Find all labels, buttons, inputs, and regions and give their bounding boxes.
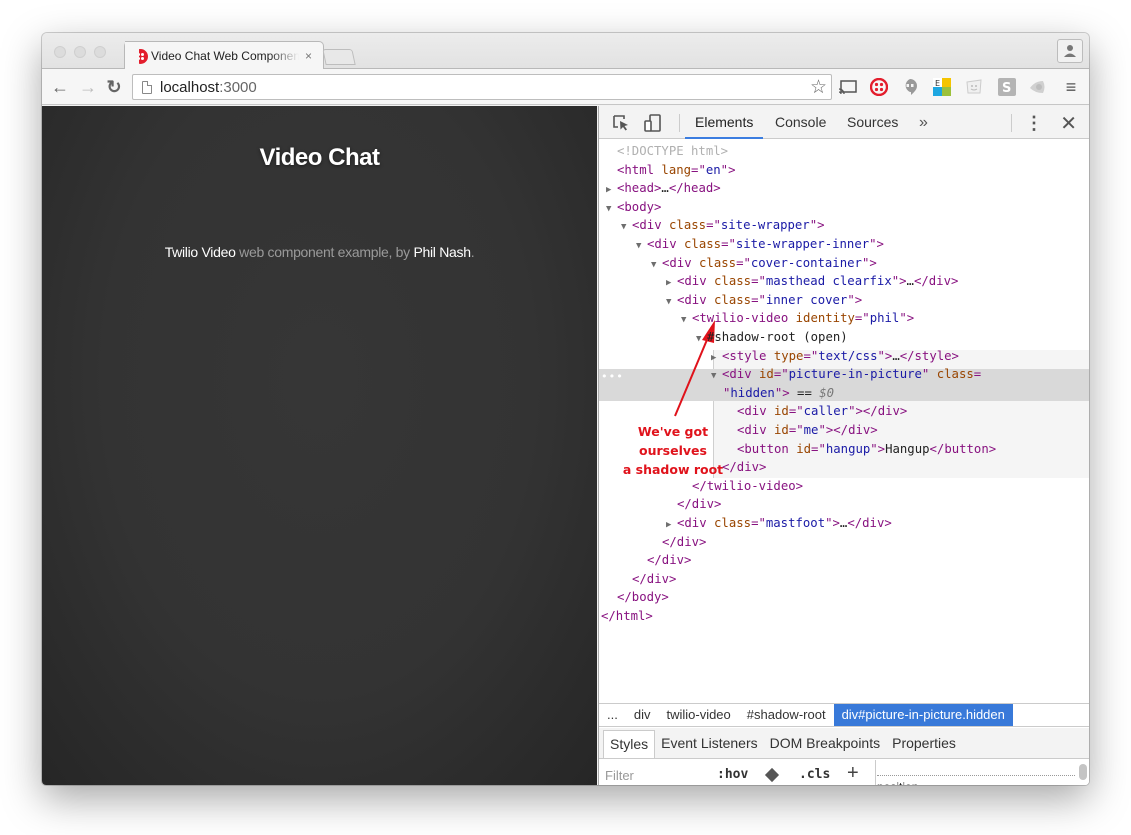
fanfic-icon[interactable] [964,77,984,97]
twilio-video-link[interactable]: Twilio Video [165,244,236,260]
dom-node-row[interactable]: ▶ <div class="masthead clearfix">…</div> [599,272,1089,291]
dom-node-row[interactable]: <div id="caller"></div> [599,402,1089,421]
sidebar-tab-properties[interactable]: Properties [886,730,962,758]
dom-node-row[interactable]: </html> [599,607,1089,626]
dom-node-row[interactable]: ▼ <div class="cover-container"> [599,254,1089,273]
device-toolbar-icon[interactable] [643,113,663,133]
s-extension-icon[interactable]: S [997,77,1017,97]
dom-node-row[interactable]: </div> [599,551,1089,570]
page-viewport: Video Chat Twilio Video web component ex… [42,106,597,785]
box-position-value: – [975,780,982,785]
dom-node-row[interactable]: "hidden"> == $0 [599,384,1089,403]
tab-title: Video Chat Web Component [151,49,299,63]
dom-node-row[interactable]: </twilio-video> [599,477,1089,496]
url-text: localhost:3000 [160,78,257,96]
devtools-panel: Elements Console Sources » ⋮ ✕ ••• We've… [598,106,1089,785]
dom-node-row[interactable]: ▼ #shadow-root (open) [599,328,1089,347]
devtools-tab-bar: Elements Console Sources » ⋮ ✕ [599,106,1089,139]
page-icon [142,80,152,94]
chrome-menu-icon[interactable]: ≡ [1061,77,1081,97]
browser-window: Video Chat Web Component × ← → ↻ localho… [42,33,1089,785]
box-model-pane: position – [877,760,1089,785]
svg-text:S: S [1002,81,1011,96]
devtools-menu-icon[interactable]: ⋮ [1025,114,1043,132]
back-button[interactable]: ← [50,77,70,97]
box-position-label: position [877,780,918,785]
dom-node-row[interactable]: <div id="me"></div> [599,421,1089,440]
svg-text:E: E [935,79,940,88]
twilio-favicon-icon [133,48,148,64]
page-description: Twilio Video web component example, by P… [164,244,475,260]
profile-button[interactable] [1057,39,1083,63]
reload-button[interactable]: ↻ [104,77,124,97]
browser-toolbar: ← → ↻ localhost:3000 ☆ E S ≡ [42,69,1089,105]
computed-toggle-icon[interactable] [764,767,780,783]
window-maximize-button[interactable] [94,46,106,58]
devtools-close-icon[interactable]: ✕ [1060,111,1077,136]
new-tab-button[interactable] [322,49,356,65]
tab-close-icon[interactable]: × [305,49,312,63]
dom-node-row[interactable]: <button id="hangup">Hangup</button> [599,440,1089,459]
sidebar-tab-event-listeners[interactable]: Event Listeners [655,730,764,758]
breadcrumb-item[interactable]: div [626,704,659,726]
sidebar-tab-dom-breakpoints[interactable]: DOM Breakpoints [764,730,886,758]
inspect-element-icon[interactable] [611,113,631,133]
dom-node-row[interactable]: ▼ <twilio-video identity="phil"> [599,309,1089,328]
dom-tree: ••• We've got ourselves a shadow root <!… [599,140,1089,670]
more-tabs-icon[interactable]: » [919,106,928,139]
styles-pane: Filter :hov .cls + element.style { [599,760,876,785]
browser-tab[interactable]: Video Chat Web Component × [124,41,324,70]
breadcrumb-item[interactable]: ... [599,704,626,726]
tab-strip: Video Chat Web Component × [42,33,1089,70]
breadcrumb: ... div twilio-video #shadow-root div#pictur… [599,703,1089,727]
dom-node-row[interactable]: </div> [599,458,1089,477]
breadcrumb-item[interactable]: twilio-video [658,704,738,726]
dom-node-row[interactable]: </div> [599,533,1089,552]
dom-node-row[interactable]: </div> [599,570,1089,589]
new-style-rule-button[interactable]: + [847,762,859,785]
address-bar[interactable]: localhost:3000 ☆ [132,74,832,100]
styles-filter-input[interactable]: Filter [605,768,634,783]
class-toggle[interactable]: .cls [799,767,830,782]
phil-nash-link[interactable]: Phil Nash [413,244,471,260]
easy-icon[interactable]: E [932,77,952,97]
sidebar-tab-styles[interactable]: Styles [603,730,656,758]
dom-node-row[interactable]: <!DOCTYPE html> [599,142,1089,161]
cast-icon[interactable] [838,77,858,97]
person-icon [1064,45,1076,57]
twilio-icon[interactable] [869,77,889,97]
hangouts-icon[interactable] [900,77,920,97]
vertical-scrollbar[interactable] [1079,764,1087,780]
dom-node-row[interactable]: </div> [599,495,1089,514]
tab-elements[interactable]: Elements [685,106,764,139]
page-title: Video Chat [259,144,380,171]
breadcrumb-item[interactable]: #shadow-root [739,704,834,726]
window-minimize-button[interactable] [74,46,86,58]
ghost-icon[interactable] [1028,77,1048,97]
breadcrumb-item[interactable]: div#picture-in-picture.hidden [833,704,1013,726]
forward-button[interactable]: → [78,77,98,97]
dom-node-row[interactable]: </body> [599,588,1089,607]
dom-node-row[interactable]: ▼ <div class="site-wrapper"> [599,216,1089,235]
tab-sources[interactable]: Sources [837,106,908,139]
dom-node-row[interactable]: ▼ <div id="picture-in-picture" class= [599,365,1089,384]
dom-node-row[interactable]: ▼ <div class="site-wrapper-inner"> [599,235,1089,254]
sidebar-tabs: Styles Event Listeners DOM Breakpoints Prop… [599,728,1089,759]
tab-console[interactable]: Console [765,106,836,139]
window-close-button[interactable] [54,46,66,58]
dom-node-row[interactable]: ▶ <div class="mastfoot">…</div> [599,514,1089,533]
bookmark-star-icon[interactable]: ☆ [810,76,827,99]
dom-node-row[interactable]: ▶ <head>…</head> [599,179,1089,198]
dom-node-row[interactable]: <html lang="en"> [599,161,1089,180]
dom-node-row[interactable]: ▶ <style type="text/css">…</style> [599,347,1089,366]
hover-state-toggle[interactable]: :hov [717,767,748,782]
dom-node-row[interactable]: ▼ <body> [599,198,1089,217]
dom-node-row[interactable]: ▼ <div class="inner cover"> [599,291,1089,310]
